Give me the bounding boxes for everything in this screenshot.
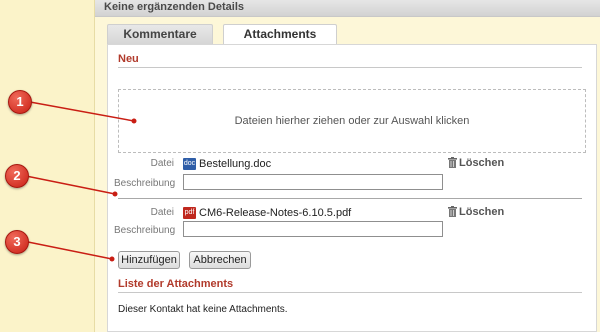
- empty-list-message: Dieser Kontakt hat keine Attachments.: [118, 304, 288, 315]
- tab-kommentare[interactable]: Kommentare: [107, 24, 213, 44]
- file-name: CM6-Release-Notes-6.10.5.pdf: [199, 207, 352, 219]
- description-label: Beschreibung: [114, 225, 176, 236]
- file-dropzone[interactable]: Dateien hierher ziehen oder zur Auswahl …: [118, 89, 586, 153]
- delete-file-button[interactable]: Löschen: [448, 206, 504, 218]
- delete-label: Löschen: [459, 157, 505, 169]
- panel-header: Keine ergänzenden Details: [95, 0, 600, 17]
- description-input[interactable]: [183, 221, 443, 237]
- word-doc-icon: doc: [183, 158, 196, 170]
- file-divider: [118, 198, 582, 199]
- panel-header-title: Keine ergänzenden Details: [104, 1, 244, 13]
- callout-marker: 2: [5, 164, 29, 188]
- cancel-button[interactable]: Abbrechen: [189, 251, 251, 269]
- file-label: Datei: [150, 158, 174, 169]
- file-label: Datei: [150, 207, 174, 218]
- trash-icon: [448, 206, 457, 217]
- callout-marker: 3: [5, 230, 29, 254]
- description-input[interactable]: [183, 174, 443, 190]
- dropzone-text: Dateien hierher ziehen oder zur Auswahl …: [234, 115, 470, 127]
- description-label: Beschreibung: [114, 178, 176, 189]
- trash-icon: [448, 157, 457, 168]
- attachments-content: Neu Dateien hierher ziehen oder zur Ausw…: [107, 44, 597, 332]
- file-name: Bestellung.doc: [199, 158, 272, 170]
- attachments-list-title: Liste der Attachments: [118, 278, 234, 290]
- details-panel: Keine ergänzenden Details Kommentare Att…: [94, 0, 600, 332]
- section-divider: [118, 292, 582, 293]
- tab-attachments[interactable]: Attachments: [223, 24, 337, 45]
- section-divider: [118, 67, 582, 68]
- delete-file-button[interactable]: Löschen: [448, 157, 504, 169]
- delete-label: Löschen: [459, 206, 505, 218]
- add-button[interactable]: Hinzufügen: [118, 251, 180, 269]
- pdf-file-icon: pdf: [183, 207, 196, 219]
- callout-marker: 1: [8, 90, 32, 114]
- new-section-title: Neu: [118, 53, 139, 65]
